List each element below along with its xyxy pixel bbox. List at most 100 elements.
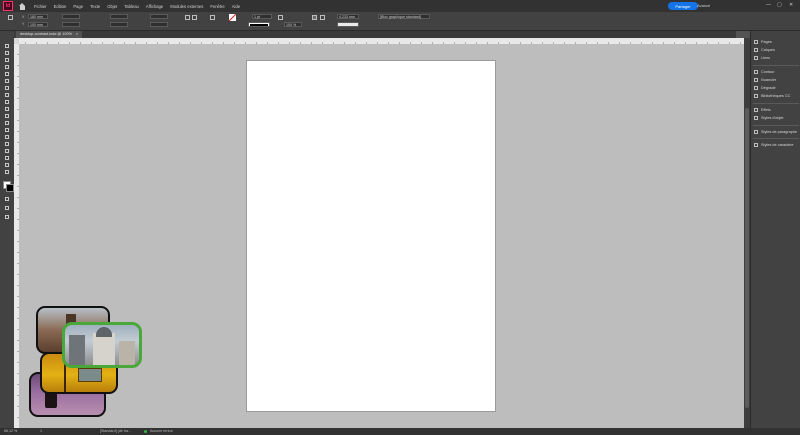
y-position-field[interactable]: 100 mm xyxy=(28,21,48,27)
scissors-tool-icon[interactable] xyxy=(3,120,10,125)
opacity-field[interactable]: 100 % xyxy=(284,21,302,27)
document-page[interactable] xyxy=(246,60,496,412)
character-styles-icon xyxy=(754,143,758,147)
width-field[interactable] xyxy=(62,14,80,19)
object-style-dropdown[interactable]: [Bloc graphique standard] xyxy=(378,14,430,19)
panels-dock: Pages Calques Liens Contour Nuancier Dég… xyxy=(750,31,800,428)
stroke-weight-field[interactable]: 1 pt xyxy=(252,14,272,19)
panel-degrade-label: Dégradé xyxy=(761,86,776,90)
line-tool-icon[interactable] xyxy=(3,85,10,90)
workspace-switcher[interactable]: Avancé xyxy=(697,3,710,8)
panel-calques[interactable]: Calques xyxy=(754,47,775,53)
page-number-field[interactable]: 1 xyxy=(40,429,42,433)
page-tool-icon[interactable] xyxy=(3,57,10,62)
gradient-feather-tool-icon[interactable] xyxy=(3,141,10,146)
panel-separator xyxy=(753,138,799,139)
free-transform-tool-icon[interactable] xyxy=(3,127,10,132)
shear-field[interactable] xyxy=(150,21,168,27)
x-position-field[interactable]: 180 mm xyxy=(28,14,48,19)
links-icon xyxy=(754,56,758,60)
rotate-icon[interactable] xyxy=(185,15,190,20)
layers-icon xyxy=(754,48,758,52)
screen-mode-icon[interactable] xyxy=(3,205,10,210)
panel-styles-objet[interactable]: Styles d'objet xyxy=(754,115,783,121)
tab-close-icon[interactable]: × xyxy=(76,32,78,36)
flip-icon[interactable] xyxy=(192,15,197,20)
panel-styles-caractere[interactable]: Styles de caractère xyxy=(754,142,794,148)
view-mode-icon[interactable] xyxy=(3,214,10,219)
direct-selection-tool-icon[interactable] xyxy=(3,50,10,55)
zoom-tool-icon[interactable] xyxy=(3,169,10,174)
menu-texte[interactable]: Texte xyxy=(90,4,100,9)
share-button[interactable]: Partager xyxy=(668,2,698,10)
type-tool-icon[interactable] xyxy=(3,78,10,83)
note-tool-icon[interactable] xyxy=(3,148,10,153)
tools-panel xyxy=(0,31,15,428)
stroke-color-swatch[interactable] xyxy=(6,184,14,192)
stroke-type-dropdown[interactable] xyxy=(248,21,270,27)
panel-nuancier[interactable]: Nuancier xyxy=(754,77,776,83)
rectangle-frame-tool-icon[interactable] xyxy=(3,106,10,111)
close-icon[interactable]: ✕ xyxy=(789,2,793,8)
formatting-affects-icon[interactable] xyxy=(3,196,10,201)
panel-pages[interactable]: Pages xyxy=(754,39,772,45)
document-tab-bar: desktop-contrast.indd @ 100% × xyxy=(14,31,736,38)
corner-options-icon[interactable] xyxy=(278,15,283,20)
menu-fenetre[interactable]: Fenêtre xyxy=(210,4,224,9)
panel-separator xyxy=(753,65,799,66)
object-styles-icon xyxy=(754,116,758,120)
scale-x-field[interactable] xyxy=(110,14,128,19)
panel-liens[interactable]: Liens xyxy=(754,55,770,61)
scale-y-field[interactable] xyxy=(110,21,128,27)
panel-styles-paragraphe[interactable]: Styles de paragraphe xyxy=(754,129,797,135)
menu-affichage[interactable]: Affichage xyxy=(146,4,163,9)
menu-modules-externes[interactable]: Modules externes xyxy=(170,4,203,9)
content-collector-icon[interactable] xyxy=(3,71,10,76)
reference-point-icon[interactable] xyxy=(8,15,13,20)
text-wrap-bbox-icon[interactable] xyxy=(320,15,325,20)
panel-bibliotheques-cc[interactable]: Bibliothèques CC xyxy=(754,93,790,99)
rotation-field[interactable] xyxy=(150,14,168,19)
menu-bar: Id Fichier Edition Page Texte Objet Tabl… xyxy=(0,0,800,12)
select-container-icon[interactable] xyxy=(210,15,215,20)
panel-effets-label: Effets xyxy=(761,108,771,112)
text-wrap-icon[interactable] xyxy=(312,15,317,20)
panel-degrade[interactable]: Dégradé xyxy=(754,85,776,91)
offset-field[interactable]: 4,233 mm xyxy=(337,14,359,19)
photo-dome xyxy=(96,327,112,337)
swatches-icon xyxy=(754,78,758,82)
panel-nuancier-label: Nuancier xyxy=(761,78,777,82)
effects-icon xyxy=(754,108,758,112)
menu-edition[interactable]: Edition xyxy=(54,4,67,9)
minimize-icon[interactable]: — xyxy=(766,2,771,8)
scrollbar-thumb[interactable] xyxy=(745,108,749,408)
selection-tool-icon[interactable] xyxy=(3,43,10,48)
menu-page[interactable]: Page xyxy=(73,4,83,9)
eyedropper-tool-icon[interactable] xyxy=(3,155,10,160)
pencil-tool-icon[interactable] xyxy=(3,99,10,104)
pen-tool-icon[interactable] xyxy=(3,92,10,97)
fill-swatch[interactable] xyxy=(229,14,236,21)
home-icon[interactable] xyxy=(19,2,26,10)
hand-tool-icon[interactable] xyxy=(3,162,10,167)
menu-fichier[interactable]: Fichier xyxy=(34,4,47,9)
maximize-icon[interactable]: ▢ xyxy=(777,2,782,8)
zoom-level-field[interactable]: 66,12 % xyxy=(4,429,17,433)
panel-contour[interactable]: Contour xyxy=(754,69,775,75)
height-field[interactable] xyxy=(62,21,80,27)
gradient-tool-icon[interactable] xyxy=(3,134,10,139)
document-tab[interactable]: desktop-contrast.indd @ 100% × xyxy=(16,31,83,38)
panel-separator xyxy=(753,103,799,104)
ellipse-tool-icon[interactable] xyxy=(3,113,10,118)
photo-building xyxy=(93,333,115,365)
menu-aide[interactable]: Aide xyxy=(232,4,240,9)
preflight-status[interactable]: Aucune erreur xyxy=(150,429,173,433)
menu-objet[interactable]: Objet xyxy=(107,4,117,9)
master-dropdown[interactable]: [Standard] (de tra... xyxy=(100,429,131,433)
photo-building xyxy=(119,341,135,365)
panel-effets[interactable]: Effets xyxy=(754,107,771,113)
panel-liens-label: Liens xyxy=(761,56,771,60)
menu-tableau[interactable]: Tableau xyxy=(124,4,139,9)
gap-tool-icon[interactable] xyxy=(3,64,10,69)
color-field[interactable] xyxy=(337,21,359,27)
